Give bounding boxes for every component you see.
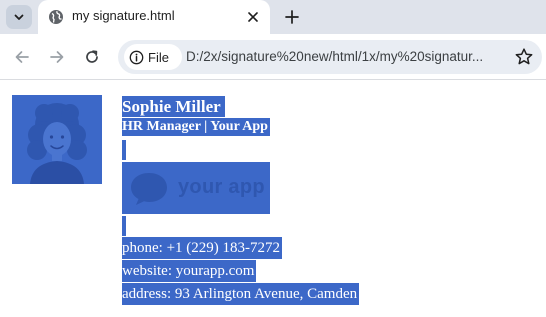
signature-website: website: yourapp.com	[122, 260, 257, 282]
close-icon	[248, 12, 258, 22]
avatar-image	[12, 95, 102, 184]
logo-text: your app	[178, 176, 265, 198]
arrow-left-icon	[15, 51, 29, 63]
url-text[interactable]: D:/2x/signature%20new/html/1x/my%20signa…	[186, 49, 483, 64]
site-info-chip[interactable]: File	[124, 44, 182, 70]
plus-icon	[285, 10, 299, 24]
tab-title: my signature.html	[72, 8, 175, 23]
profile-photo	[12, 95, 102, 184]
selection-line-break	[122, 140, 126, 160]
chevron-down-icon	[14, 14, 24, 20]
globe-icon	[49, 10, 63, 24]
tab-strip: my signature.html	[0, 0, 546, 34]
close-tab-button[interactable]	[244, 8, 262, 26]
browser-tab-active[interactable]: my signature.html	[38, 0, 270, 34]
reload-icon	[86, 50, 98, 63]
reload-button[interactable]	[80, 45, 104, 69]
signature-role: HR Manager | Your App	[122, 118, 270, 136]
forward-button[interactable]	[45, 45, 69, 69]
star-icon[interactable]	[514, 47, 534, 67]
back-button[interactable]	[10, 45, 34, 69]
signature-name: Sophie Miller	[122, 96, 225, 117]
signature-phone: phone: +1 (229) 183-7272	[122, 237, 283, 259]
address-bar[interactable]: File D:/2x/signature%20new/html/1x/my%20…	[118, 40, 542, 74]
new-tab-button[interactable]	[281, 6, 303, 28]
browser-toolbar: File D:/2x/signature%20new/html/1x/my%20…	[0, 34, 546, 80]
info-icon	[129, 50, 144, 64]
signature-address: address: 93 Arlington Avenue, Camden	[122, 283, 360, 305]
file-scheme-label: File	[148, 49, 169, 65]
chat-bubble-icon	[131, 173, 167, 205]
arrow-right-icon	[50, 51, 64, 63]
tab-search-button[interactable]	[6, 5, 32, 29]
selection-line-break-2	[122, 216, 126, 236]
company-logo: your app	[122, 162, 270, 214]
